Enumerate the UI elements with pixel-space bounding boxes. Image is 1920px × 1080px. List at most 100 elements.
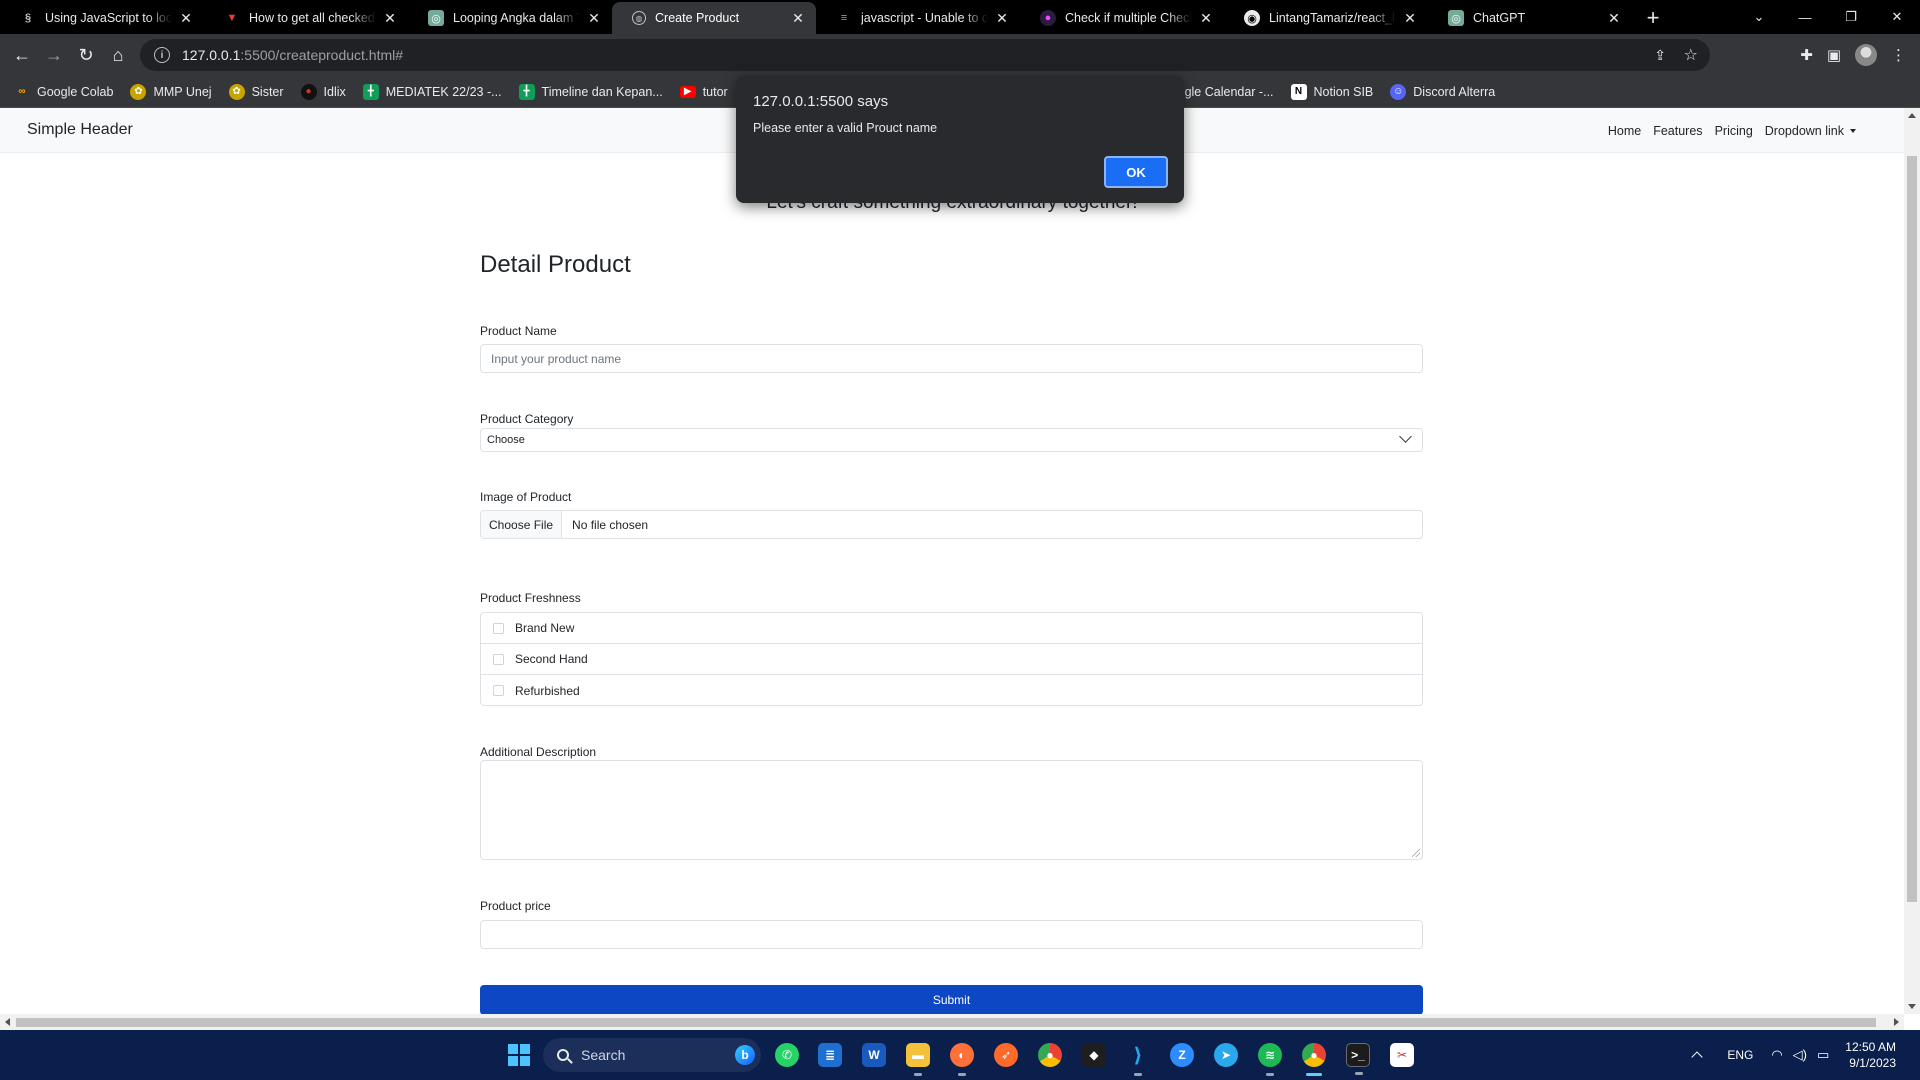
- close-icon[interactable]: ✕: [1198, 10, 1214, 27]
- tab-2[interactable]: ◎ Looping Angka dalam Tab ✕: [408, 2, 612, 34]
- freshness-option-refurbished[interactable]: Refurbished: [481, 675, 1422, 706]
- whatsapp-icon[interactable]: ✆: [775, 1043, 799, 1067]
- ok-button[interactable]: OK: [1104, 156, 1168, 188]
- checkbox[interactable]: [493, 653, 504, 665]
- nav-dropdown[interactable]: Dropdown link: [1765, 124, 1856, 138]
- scroll-thumb[interactable]: [1907, 156, 1917, 902]
- sheets-icon: ╋: [362, 83, 379, 100]
- tab-search-icon[interactable]: ⌄: [1736, 0, 1782, 34]
- profile-avatar[interactable]: [1855, 44, 1877, 66]
- side-panel-icon[interactable]: ▣: [1827, 46, 1841, 64]
- resize-handle-icon[interactable]: [1412, 849, 1420, 857]
- reload-icon[interactable]: ↻: [70, 39, 102, 71]
- taskbar-search[interactable]: Search b: [543, 1038, 761, 1072]
- scroll-thumb[interactable]: [16, 1018, 1876, 1027]
- telegram-icon[interactable]: ➤: [1214, 1043, 1238, 1067]
- scroll-right-icon[interactable]: [1894, 1018, 1899, 1026]
- vscode-icon[interactable]: ⟩: [1126, 1043, 1150, 1076]
- file-explorer-icon[interactable]: ▬: [906, 1043, 930, 1076]
- postman-icon[interactable]: ➶: [994, 1043, 1018, 1067]
- tab-0[interactable]: § Using JavaScript to loop th ✕: [0, 2, 204, 34]
- bookmark-notion[interactable]: N Notion SIB: [1290, 83, 1373, 100]
- freshness-option-second-hand[interactable]: Second Hand: [481, 644, 1422, 675]
- language-indicator[interactable]: ENG: [1727, 1048, 1753, 1062]
- tab-4[interactable]: ≡ javascript - Unable to dele ✕: [816, 2, 1020, 34]
- bookmark-tutor[interactable]: ▶ tutor: [679, 85, 728, 99]
- close-icon[interactable]: ✕: [1606, 10, 1622, 27]
- description-textarea[interactable]: [480, 760, 1423, 860]
- bookmark-mmp-unej[interactable]: ✿ MMP Unej: [130, 83, 212, 100]
- checkbox[interactable]: [493, 685, 504, 696]
- freshness-option-brand-new[interactable]: Brand New: [481, 613, 1422, 644]
- site-info-icon[interactable]: i: [154, 47, 170, 63]
- tab-5[interactable]: ● Check if multiple CheckBo ✕: [1020, 2, 1224, 34]
- wifi-icon[interactable]: ◠: [1771, 1047, 1782, 1063]
- scroll-left-icon[interactable]: [5, 1018, 10, 1026]
- battery-icon[interactable]: ▭: [1817, 1047, 1829, 1063]
- tab-7[interactable]: ◎ ChatGPT ✕: [1428, 2, 1632, 34]
- spotify-icon[interactable]: ≋: [1258, 1043, 1282, 1076]
- word-icon[interactable]: W: [862, 1043, 886, 1067]
- bookmark-idlix[interactable]: ● Idlix: [300, 83, 346, 100]
- url-host: 127.0.0.1: [182, 47, 241, 63]
- firefox-icon[interactable]: ◐: [950, 1043, 974, 1076]
- bookmark-discord[interactable]: ☺ Discord Alterra: [1390, 83, 1495, 100]
- choose-file-button[interactable]: Choose File: [481, 511, 563, 538]
- minimize-icon[interactable]: —: [1782, 0, 1828, 34]
- chrome-icon[interactable]: ●: [1038, 1043, 1062, 1067]
- nav-features[interactable]: Features: [1653, 124, 1702, 138]
- restore-icon[interactable]: ❐: [1828, 0, 1874, 34]
- back-icon[interactable]: ←: [6, 39, 38, 71]
- tab-3[interactable]: ◍ Create Product ✕: [612, 2, 816, 34]
- close-icon[interactable]: ✕: [994, 10, 1010, 27]
- volume-icon[interactable]: ◁): [1793, 1047, 1807, 1063]
- submit-button[interactable]: Submit: [480, 985, 1423, 1015]
- bookmark-star-icon[interactable]: ☆: [1684, 45, 1698, 65]
- close-window-icon[interactable]: ✕: [1874, 0, 1920, 34]
- nav-home[interactable]: Home: [1608, 124, 1641, 138]
- menu-icon[interactable]: ⋮: [1891, 46, 1906, 64]
- windows-start-icon[interactable]: [508, 1044, 530, 1066]
- close-icon[interactable]: ✕: [382, 10, 398, 27]
- chatgpt-icon: ◎: [428, 10, 444, 26]
- close-icon[interactable]: ✕: [790, 10, 806, 27]
- forward-icon[interactable]: →: [38, 39, 70, 71]
- snipping-tool-icon[interactable]: ✂: [1390, 1043, 1414, 1067]
- brand-link[interactable]: Simple Header: [27, 121, 133, 139]
- product-name-input[interactable]: Input your product name: [480, 344, 1423, 373]
- notepad-icon[interactable]: ≣: [818, 1043, 842, 1067]
- browser-toolbar: ← → ↻ ⌂ i 127.0.0.1:5500/createproduct.h…: [0, 34, 1920, 76]
- extensions-icon[interactable]: ✚: [1800, 46, 1813, 64]
- close-icon[interactable]: ✕: [586, 10, 602, 27]
- chevron-up-icon[interactable]: [1691, 1051, 1703, 1063]
- terminal-icon[interactable]: >_: [1346, 1043, 1370, 1075]
- clock[interactable]: 12:50 AM 9/1/2023: [1845, 1039, 1896, 1071]
- vertical-scrollbar[interactable]: [1904, 108, 1920, 1014]
- bookmark-timeline[interactable]: ╋ Timeline dan Kepan...: [518, 83, 663, 100]
- tab-6[interactable]: ◉ LintangTamariz/react_linta ✕: [1224, 2, 1428, 34]
- category-select[interactable]: Choose: [480, 428, 1423, 452]
- freshness-checkbox-group: Brand New Second Hand Refurbished: [480, 612, 1423, 706]
- share-icon[interactable]: ⇪: [1654, 47, 1666, 64]
- checkbox[interactable]: [493, 622, 504, 634]
- image-file-input[interactable]: Choose File No file chosen: [480, 510, 1423, 539]
- close-icon[interactable]: ✕: [178, 10, 194, 27]
- bookmark-sister[interactable]: ✿ Sister: [228, 83, 284, 100]
- zoom-icon[interactable]: Z: [1170, 1043, 1194, 1067]
- address-bar[interactable]: i 127.0.0.1:5500/createproduct.html# ⇪ ☆: [140, 39, 1710, 71]
- chrome-dev-icon[interactable]: ●: [1302, 1043, 1326, 1076]
- form-title: Detail Product: [480, 251, 631, 278]
- figma-icon[interactable]: ◆: [1082, 1043, 1106, 1067]
- scroll-up-icon[interactable]: [1908, 113, 1916, 118]
- bookmark-mediatek[interactable]: ╋ MEDIATEK 22/23 -...: [362, 83, 502, 100]
- horizontal-scrollbar[interactable]: [0, 1014, 1904, 1030]
- home-icon[interactable]: ⌂: [102, 39, 134, 71]
- price-input[interactable]: [480, 920, 1423, 949]
- bing-icon[interactable]: b: [735, 1045, 755, 1065]
- nav-pricing[interactable]: Pricing: [1715, 124, 1753, 138]
- scroll-down-icon[interactable]: [1908, 1004, 1916, 1009]
- bookmark-google-colab[interactable]: ∞ Google Colab: [14, 84, 113, 100]
- new-tab-button[interactable]: +: [1638, 2, 1668, 34]
- tab-1[interactable]: ▼ How to get all checked ch ✕: [204, 2, 408, 34]
- close-icon[interactable]: ✕: [1402, 10, 1418, 27]
